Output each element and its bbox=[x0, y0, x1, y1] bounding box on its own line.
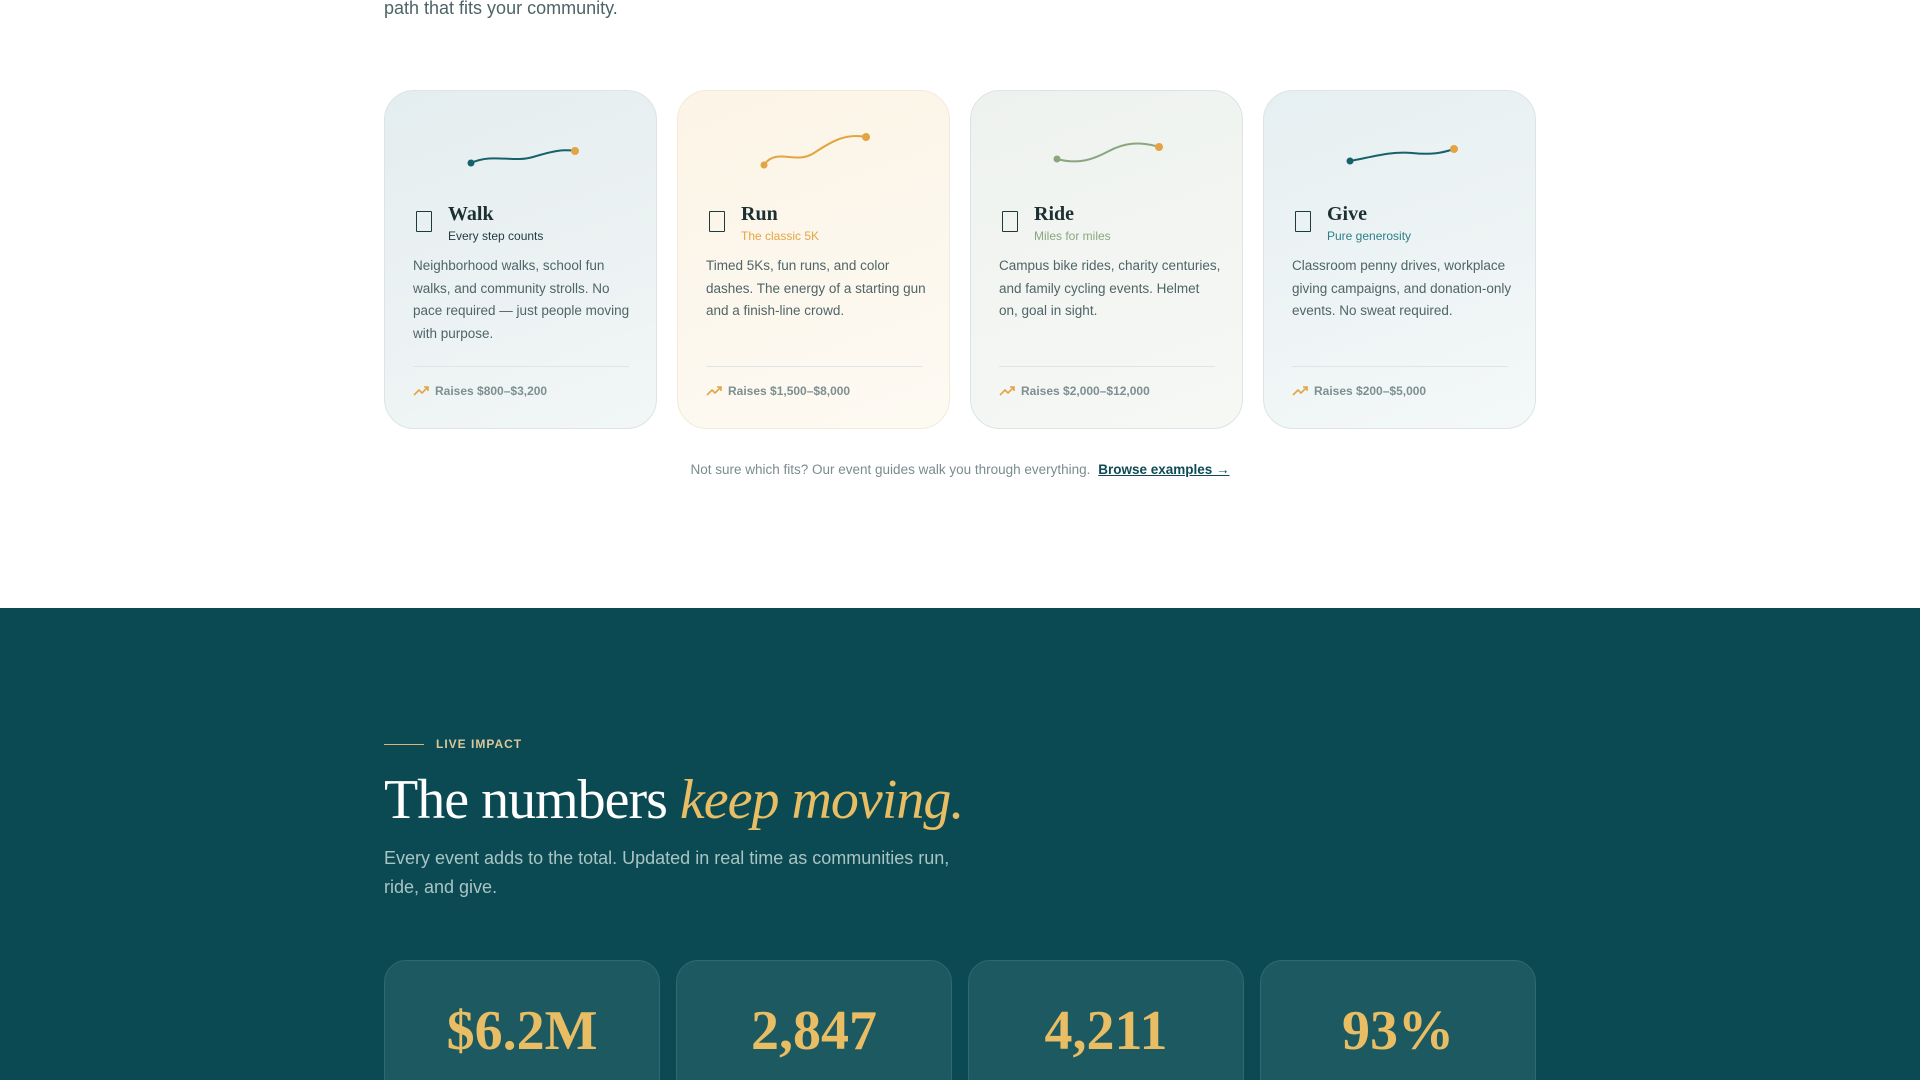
eyebrow: LIVE IMPACT bbox=[384, 737, 522, 751]
event-type-cards: Walk Every step counts Neighborhood walk… bbox=[384, 90, 1536, 430]
raise-text: Raises $200–$5,000 bbox=[1314, 384, 1427, 398]
stat-value: 93% bbox=[1342, 1000, 1454, 1062]
card-title: Ride bbox=[1034, 203, 1074, 225]
route-line-icon bbox=[1053, 142, 1163, 163]
impact-title: The numbers keep moving. bbox=[384, 768, 964, 832]
divider bbox=[1292, 366, 1508, 367]
event-card-walk[interactable]: Walk Every step counts Neighborhood walk… bbox=[384, 90, 657, 429]
raise-range: Raises $2,000–$12,000 bbox=[999, 384, 1150, 398]
card-subtitle: The classic 5K bbox=[741, 229, 820, 243]
stat-value: 2,847 bbox=[751, 1000, 877, 1062]
impact-title-plain: The numbers bbox=[384, 769, 680, 831]
card-title: Walk bbox=[448, 203, 494, 225]
raise-range: Raises $200–$5,000 bbox=[1292, 384, 1426, 398]
trending-up-icon bbox=[999, 386, 1015, 396]
run-icon bbox=[709, 211, 725, 232]
card-description: Timed 5Ks, fun runs, and color dashes. T… bbox=[706, 258, 926, 318]
stat-value: $6.2M bbox=[446, 1000, 598, 1062]
event-card-give[interactable]: Give Pure generosity Classroom penny dri… bbox=[1263, 90, 1536, 429]
route-line-icon bbox=[1346, 145, 1458, 165]
guide-text: Not sure which fits? Our event guides wa… bbox=[690, 462, 1091, 477]
live-impact-section: LIVE IMPACT The numbers keep moving. Eve… bbox=[0, 608, 1920, 1080]
divider bbox=[413, 366, 629, 367]
trending-up-icon bbox=[1292, 386, 1308, 396]
walk-icon bbox=[416, 211, 432, 232]
stat-value: 4,211 bbox=[1044, 1000, 1168, 1062]
impact-stats: $6.2M 2,847 4,211 93% bbox=[384, 960, 1536, 1080]
card-description: Campus bike rides, charity centuries, an… bbox=[999, 258, 1221, 318]
ride-icon bbox=[1002, 211, 1018, 232]
divider bbox=[706, 366, 922, 367]
trending-up-icon bbox=[706, 386, 722, 396]
stat-card: 93% bbox=[1260, 960, 1536, 1080]
event-card-ride[interactable]: Ride Miles for miles Campus bike rides, … bbox=[970, 90, 1243, 429]
stat-card: 4,211 bbox=[968, 960, 1244, 1080]
raise-range: Raises $1,500–$8,000 bbox=[706, 384, 850, 398]
card-subtitle: Pure generosity bbox=[1327, 229, 1412, 243]
browse-examples-link[interactable]: Browse examples → bbox=[1098, 462, 1229, 477]
eyebrow-rule bbox=[384, 743, 424, 745]
route-line-icon bbox=[467, 147, 579, 167]
give-icon bbox=[1295, 211, 1311, 232]
raise-text: Raises $2,000–$12,000 bbox=[1021, 384, 1150, 398]
guide-line: Not sure which fits? Our event guides wa… bbox=[0, 462, 1920, 477]
trending-up-icon bbox=[413, 386, 429, 396]
divider bbox=[999, 366, 1215, 367]
card-description: Classroom penny drives, workplace giving… bbox=[1292, 258, 1512, 318]
raise-range: Raises $800–$3,200 bbox=[413, 384, 547, 398]
card-title: Give bbox=[1327, 203, 1367, 225]
card-description: Neighborhood walks, school fun walks, an… bbox=[413, 258, 630, 341]
stat-card: $6.2M bbox=[384, 960, 660, 1080]
stat-card: 2,847 bbox=[676, 960, 952, 1080]
card-subtitle: Miles for miles bbox=[1034, 229, 1111, 243]
impact-lede: Every event adds to the total. Updated i… bbox=[384, 848, 950, 897]
event-card-run[interactable]: Run The classic 5K Timed 5Ks, fun runs, … bbox=[677, 90, 950, 429]
intro-text: path that fits your community. bbox=[384, 0, 618, 18]
card-title: Run bbox=[741, 203, 778, 225]
raise-text: Raises $800–$3,200 bbox=[435, 384, 548, 398]
impact-title-accent: keep moving. bbox=[679, 769, 964, 831]
raise-text: Raises $1,500–$8,000 bbox=[728, 384, 851, 398]
card-subtitle: Every step counts bbox=[448, 229, 544, 243]
eyebrow-label: LIVE IMPACT bbox=[436, 737, 523, 751]
route-line-icon bbox=[760, 133, 870, 169]
